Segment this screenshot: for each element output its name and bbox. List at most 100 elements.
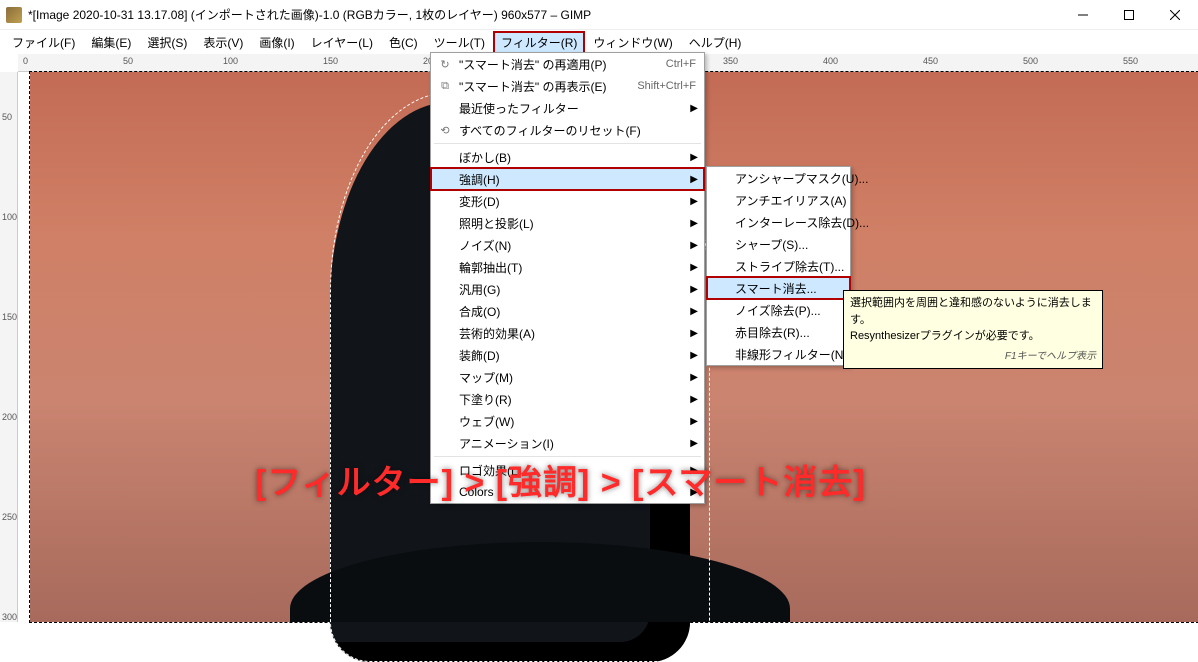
menu-item-label: 非線形フィルター(N)... <box>735 346 857 363</box>
menu-item-label: 装飾(D) <box>459 347 696 364</box>
enhance-submenu-item[interactable]: 赤目除去(R)... <box>707 321 850 343</box>
menu-windows[interactable]: ウィンドウ(W) <box>585 31 680 54</box>
menu-item-label: ノイズ除去(P)... <box>735 302 842 319</box>
enhance-submenu-item[interactable]: 非線形フィルター(N)... <box>707 343 850 365</box>
enhance-submenu-item[interactable]: ストライプ除去(T)... <box>707 255 850 277</box>
menu-help[interactable]: ヘルプ(H) <box>681 31 750 54</box>
menu-item-label: インターレース除去(D)... <box>735 214 869 231</box>
enhance-submenu-item[interactable]: スマート消去... <box>707 277 850 299</box>
chevron-right-icon: ▶ <box>690 218 698 229</box>
filters-menu-item[interactable]: ノイズ(N)▶ <box>431 234 704 256</box>
filters-menu-item[interactable]: ⧉ "スマート消去" の再表示(E) Shift+Ctrl+F <box>431 75 704 97</box>
menu-item-label: 変形(D) <box>459 193 696 210</box>
menu-colors[interactable]: 色(C) <box>381 31 426 54</box>
chevron-right-icon: ▶ <box>690 438 698 449</box>
menu-item-label: 下塗り(R) <box>459 391 696 408</box>
menu-item-label: 赤目除去(R)... <box>735 324 842 341</box>
menu-item-label: アンチエイリアス(A) <box>735 192 847 209</box>
enhance-submenu-item[interactable]: シャープ(S)... <box>707 233 850 255</box>
menubar: ファイル(F) 編集(E) 選択(S) 表示(V) 画像(I) レイヤー(L) … <box>0 30 1198 54</box>
menu-item-label: 照明と投影(L) <box>459 215 696 232</box>
menu-tools[interactable]: ツール(T) <box>426 31 493 54</box>
filters-menu-item[interactable]: 合成(O)▶ <box>431 300 704 322</box>
menu-separator <box>434 143 701 144</box>
menu-item-label: アンシャープマスク(U)... <box>735 170 868 187</box>
chevron-right-icon: ▶ <box>690 328 698 339</box>
chevron-right-icon: ▶ <box>690 284 698 295</box>
chevron-right-icon: ▶ <box>690 262 698 273</box>
enhance-submenu-item[interactable]: アンチエイリアス(A) <box>707 189 850 211</box>
menu-item-label: マップ(M) <box>459 369 696 386</box>
tooltip-line: Resynthesizerプラグインが必要です。 <box>850 328 1096 345</box>
filters-menu-item[interactable]: 強調(H)▶ <box>431 168 704 190</box>
menu-item-label: 汎用(G) <box>459 281 696 298</box>
menu-edit[interactable]: 編集(E) <box>83 31 139 54</box>
tooltip-footer: F1キーでヘルプ表示 <box>850 349 1096 364</box>
filters-menu-item[interactable]: 芸術的効果(A)▶ <box>431 322 704 344</box>
close-button[interactable] <box>1152 0 1198 30</box>
menu-file[interactable]: ファイル(F) <box>4 31 83 54</box>
menu-item-label: 強調(H) <box>459 171 696 188</box>
filters-menu-item[interactable]: 照明と投影(L)▶ <box>431 212 704 234</box>
filters-menu-item[interactable]: ⟲すべてのフィルターのリセット(F) <box>431 119 704 141</box>
filters-menu-item[interactable]: ↻ "スマート消去" の再適用(P) Ctrl+F <box>431 53 704 75</box>
ruler-vertical: 50 100 150 200 250 300 <box>0 72 18 622</box>
menu-view[interactable]: 表示(V) <box>195 31 251 54</box>
filters-menu-dropdown: ↻ "スマート消去" の再適用(P) Ctrl+F ⧉ "スマート消去" の再表示(E)… <box>430 52 705 504</box>
window-title: *[Image 2020-10-31 13.17.08] (インポートされた画像… <box>28 6 1060 23</box>
menu-item-icon: ⟲ <box>437 124 453 137</box>
menu-item-label: 合成(O) <box>459 303 696 320</box>
menu-item-icon: ⧉ <box>437 80 453 93</box>
filters-menu-item[interactable]: 装飾(D)▶ <box>431 344 704 366</box>
enhance-submenu-item[interactable]: インターレース除去(D)... <box>707 211 850 233</box>
chevron-right-icon: ▶ <box>690 350 698 361</box>
filters-menu-item[interactable]: 輪郭抽出(T)▶ <box>431 256 704 278</box>
maximize-button[interactable] <box>1106 0 1152 30</box>
filters-menu-item[interactable]: 最近使ったフィルター▶ <box>431 97 704 119</box>
menu-item-label: シャープ(S)... <box>735 236 842 253</box>
chevron-right-icon: ▶ <box>690 372 698 383</box>
tooltip: 選択範囲内を周囲と違和感のないように消去します。 Resynthesizerプラ… <box>843 290 1103 369</box>
chevron-right-icon: ▶ <box>690 174 698 185</box>
menu-item-label: "スマート消去" の再適用(P) <box>459 56 656 73</box>
menu-item-label: 最近使ったフィルター <box>459 100 696 117</box>
menu-item-label: スマート消去... <box>735 280 842 297</box>
filters-menu-item[interactable]: ウェブ(W)▶ <box>431 410 704 432</box>
enhance-submenu-item[interactable]: アンシャープマスク(U)... <box>707 167 850 189</box>
enhance-submenu-dropdown: アンシャープマスク(U)... アンチエイリアス(A) インターレース除去(D)..… <box>706 166 851 366</box>
menu-layer[interactable]: レイヤー(L) <box>303 31 381 54</box>
menu-item-icon: ↻ <box>437 58 453 71</box>
filters-menu-item[interactable]: マップ(M)▶ <box>431 366 704 388</box>
filters-menu-item[interactable]: ぼかし(B)▶ <box>431 146 704 168</box>
titlebar: *[Image 2020-10-31 13.17.08] (インポートされた画像… <box>0 0 1198 30</box>
menu-item-label: "スマート消去" の再表示(E) <box>459 78 627 95</box>
chevron-right-icon: ▶ <box>690 196 698 207</box>
filters-menu-item[interactable]: 下塗り(R)▶ <box>431 388 704 410</box>
filters-menu-item[interactable]: 汎用(G)▶ <box>431 278 704 300</box>
tooltip-line: 選択範囲内を周囲と違和感のないように消去します。 <box>850 295 1096 328</box>
menu-filters[interactable]: フィルター(R) <box>493 31 585 54</box>
menu-item-label: 芸術的効果(A) <box>459 325 696 342</box>
filters-menu-item[interactable]: 変形(D)▶ <box>431 190 704 212</box>
chevron-right-icon: ▶ <box>690 152 698 163</box>
annotation-overlay: [フィルター] > [強調] > [スマート消去] <box>255 455 866 504</box>
window-buttons <box>1060 0 1198 30</box>
menu-item-label: ウェブ(W) <box>459 413 696 430</box>
gimp-app-icon <box>6 7 22 23</box>
menu-select[interactable]: 選択(S) <box>139 31 195 54</box>
chevron-right-icon: ▶ <box>690 103 698 114</box>
chevron-right-icon: ▶ <box>690 416 698 427</box>
chevron-right-icon: ▶ <box>690 306 698 317</box>
menu-item-shortcut: Ctrl+F <box>666 58 696 70</box>
minimize-button[interactable] <box>1060 0 1106 30</box>
chevron-right-icon: ▶ <box>690 240 698 251</box>
filters-menu-item[interactable]: アニメーション(I)▶ <box>431 432 704 454</box>
menu-item-shortcut: Shift+Ctrl+F <box>637 80 696 92</box>
chevron-right-icon: ▶ <box>690 394 698 405</box>
menu-image[interactable]: 画像(I) <box>251 31 302 54</box>
menu-item-label: ぼかし(B) <box>459 149 696 166</box>
menu-item-label: ノイズ(N) <box>459 237 696 254</box>
menu-item-label: 輪郭抽出(T) <box>459 259 696 276</box>
enhance-submenu-item[interactable]: ノイズ除去(P)... <box>707 299 850 321</box>
menu-item-label: ストライプ除去(T)... <box>735 258 844 275</box>
